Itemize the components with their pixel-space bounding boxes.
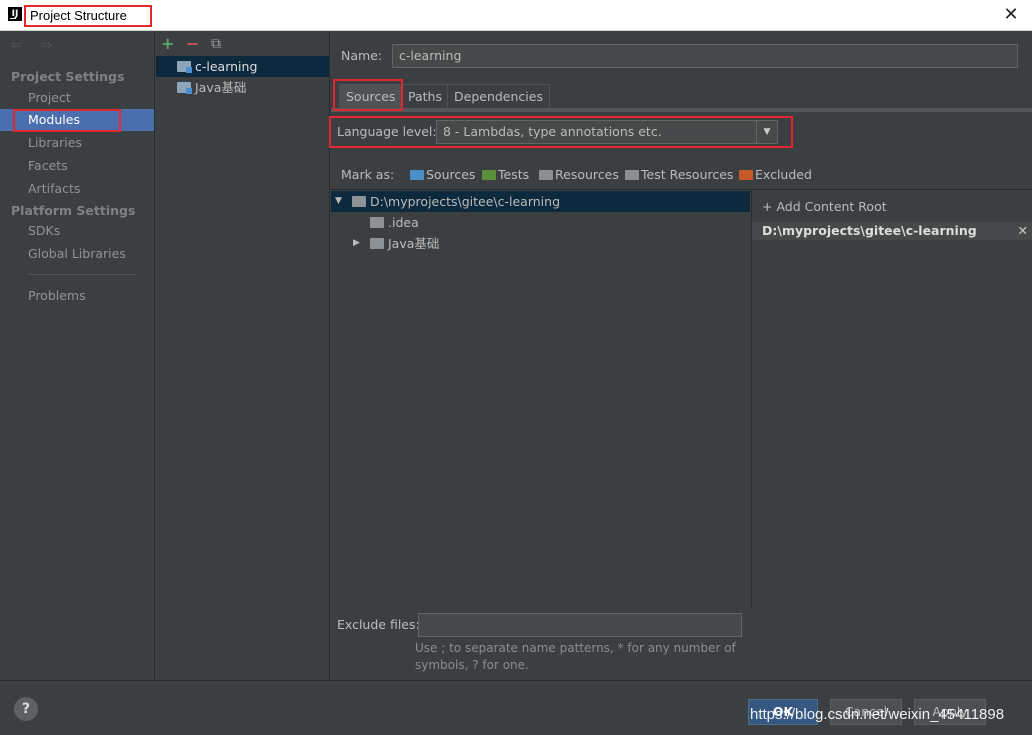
sidebar-item-artifacts[interactable]: Artifacts	[0, 178, 154, 200]
tests-folder-icon	[482, 170, 496, 180]
sources-tab-highlight-box	[333, 79, 403, 111]
remove-content-root-icon[interactable]: ✕	[1018, 222, 1028, 240]
modules-highlight-box	[13, 109, 121, 132]
sidebar-item-problems[interactable]: Problems	[0, 285, 154, 307]
resources-folder-icon	[539, 170, 553, 180]
add-icon[interactable]: +	[161, 36, 174, 52]
mark-as-label: Mark as:	[341, 167, 395, 182]
content-root-item[interactable]: D:\myprojects\gitee\c-learning ✕	[752, 222, 1032, 240]
platform-settings-header: Platform Settings	[11, 203, 136, 218]
exclude-files-hint: Use ; to separate name patterns, * for a…	[415, 641, 736, 672]
add-content-root-button[interactable]: + Add Content Root	[762, 199, 887, 214]
excluded-folder-icon	[739, 170, 753, 180]
project-settings-header: Project Settings	[11, 69, 125, 84]
module-folder-icon	[177, 61, 192, 73]
close-icon[interactable]: ✕	[1000, 4, 1022, 26]
content-roots-panel: + Add Content Root D:\myprojects\gitee\c…	[751, 189, 1032, 609]
module-item-c-learning[interactable]: c-learning	[156, 56, 329, 77]
folder-icon	[370, 217, 384, 228]
sidebar-item-sdks[interactable]: SDKs	[0, 220, 154, 242]
tree-row-label: D:\myprojects\gitee\c-learning	[370, 194, 561, 209]
tree-row-java-basics[interactable]: ▶ Java基础	[331, 233, 750, 254]
settings-sidebar: ⇦ ⇨ Project Settings Project Modules Lib…	[0, 32, 155, 680]
mark-as-sources-label: Sources	[426, 167, 476, 182]
module-item-java-basics[interactable]: Java基础	[156, 77, 329, 98]
copy-icon[interactable]: ⧉	[211, 36, 221, 52]
module-label: Java基础	[195, 80, 247, 95]
mark-as-excluded-label: Excluded	[755, 167, 812, 182]
exclude-files-input[interactable]	[418, 613, 742, 637]
language-level-highlight-box	[329, 116, 793, 148]
remove-icon[interactable]: −	[186, 36, 199, 52]
mark-as-excluded-button[interactable]: Excluded	[739, 167, 812, 182]
folder-icon	[352, 196, 366, 207]
sidebar-item-facets[interactable]: Facets	[0, 155, 154, 177]
mark-as-tests-button[interactable]: Tests	[482, 167, 529, 182]
source-folder-tree: ▼ D:\myprojects\gitee\c-learning .idea ▶…	[331, 189, 750, 609]
help-icon[interactable]: ?	[14, 697, 38, 721]
expand-toggle-icon[interactable]: ▼	[335, 191, 342, 212]
module-label: c-learning	[195, 59, 258, 74]
modules-list-panel: + − ⧉ c-learning Java基础	[156, 32, 330, 680]
name-label: Name:	[341, 48, 383, 63]
sources-folder-icon	[410, 170, 424, 180]
expand-toggle-icon[interactable]: ▶	[353, 233, 360, 254]
mark-as-resources-label: Resources	[555, 167, 619, 182]
tabs-underline	[331, 108, 1032, 112]
mark-as-test-resources-label: Test Resources	[641, 167, 734, 182]
mark-as-sources-button[interactable]: Sources	[410, 167, 475, 182]
back-forward-icons[interactable]: ⇦ ⇨	[10, 38, 60, 53]
tree-row-idea[interactable]: .idea	[331, 212, 750, 233]
tree-row-root[interactable]: ▼ D:\myprojects\gitee\c-learning	[331, 191, 750, 212]
intellij-app-icon: IJ	[8, 7, 22, 21]
exclude-files-label: Exclude files:	[337, 617, 420, 632]
module-name-field[interactable]: c-learning	[392, 44, 1018, 68]
tab-dependencies[interactable]: Dependencies	[447, 84, 550, 110]
tab-paths[interactable]: Paths	[401, 84, 449, 110]
mark-as-resources-button[interactable]: Resources	[539, 167, 619, 182]
content-root-path: D:\myprojects\gitee\c-learning	[762, 223, 977, 238]
folder-icon	[370, 238, 384, 249]
sidebar-item-libraries[interactable]: Libraries	[0, 132, 154, 154]
title-highlight-box	[24, 5, 152, 27]
sidebar-item-global-libraries[interactable]: Global Libraries	[0, 243, 154, 265]
mark-as-tests-label: Tests	[498, 167, 530, 182]
sidebar-divider	[28, 274, 136, 275]
watermark-text: https://blog.csdn.net/weixin_45411898	[750, 706, 1005, 723]
module-settings-panel: Name: c-learning Sources Paths Dependenc…	[329, 32, 1032, 680]
mark-as-test-resources-button[interactable]: Test Resources	[625, 167, 733, 182]
tree-row-label: Java基础	[388, 236, 440, 251]
sidebar-item-project[interactable]: Project	[0, 87, 154, 109]
tree-row-label: .idea	[388, 215, 419, 230]
title-bar: IJ Project Structure ✕	[0, 0, 1032, 31]
module-folder-icon	[177, 82, 192, 94]
test-resources-folder-icon	[625, 170, 639, 180]
